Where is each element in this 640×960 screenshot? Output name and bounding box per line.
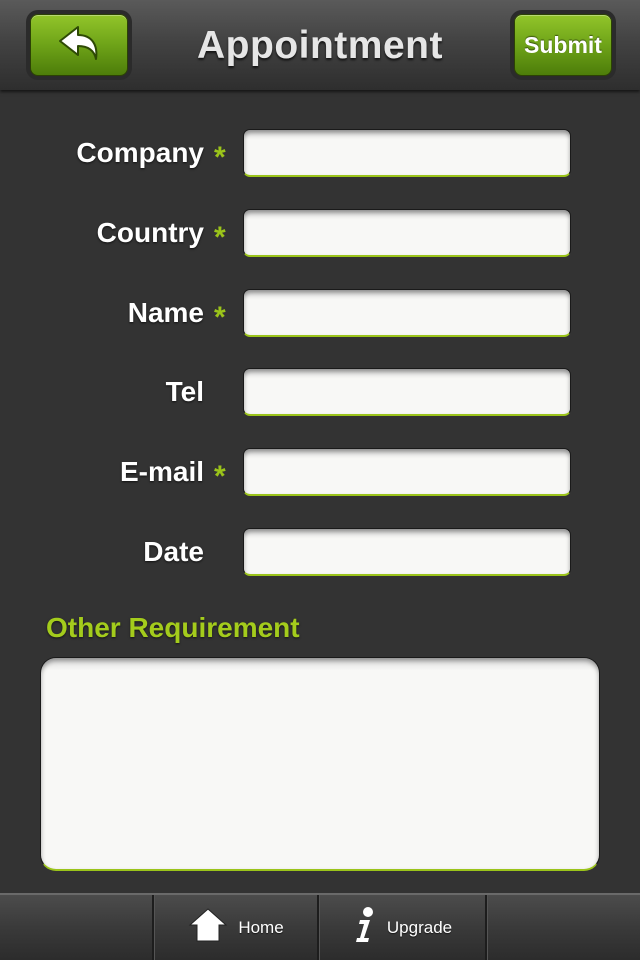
info-icon	[353, 906, 387, 949]
tab-home-label: Home	[238, 917, 284, 937]
submit-button[interactable]: Submit	[514, 14, 612, 76]
required-marker: *	[214, 301, 226, 334]
other-requirement-textarea[interactable]	[40, 657, 600, 871]
form-row-name: Name *	[0, 289, 640, 339]
required-marker: *	[214, 460, 226, 493]
tab-upgrade-label: Upgrade	[386, 917, 453, 937]
tab-divider	[485, 895, 487, 960]
header-bar: Appointment Submit	[0, 0, 640, 90]
form-row-date: Date	[0, 528, 640, 578]
form-row-country: Country *	[0, 209, 640, 259]
required-marker: *	[214, 141, 226, 174]
form-row-tel: Tel	[0, 368, 640, 418]
home-icon	[188, 907, 238, 948]
company-field[interactable]	[243, 129, 571, 177]
date-field[interactable]	[243, 528, 571, 576]
form-row-company: Company *	[0, 129, 640, 179]
bottom-tab-bar: Home Upgrade	[0, 893, 640, 960]
email-field[interactable]	[243, 448, 571, 496]
form-row-email: E-mail *	[0, 448, 640, 498]
name-field[interactable]	[243, 289, 571, 337]
email-label: E-mail	[119, 456, 204, 487]
tel-label: Tel	[165, 376, 204, 407]
name-label: Name	[127, 297, 204, 328]
country-field[interactable]	[243, 209, 571, 257]
tab-divider	[317, 895, 319, 960]
tab-home[interactable]: Home	[155, 895, 317, 960]
company-label: Company	[76, 137, 204, 168]
date-label: Date	[143, 536, 204, 567]
tab-upgrade[interactable]: Upgrade	[320, 895, 485, 960]
tab-divider	[152, 895, 154, 960]
other-requirement-heading: Other Requirement	[46, 612, 300, 643]
country-label: Country	[96, 217, 204, 248]
required-marker: *	[214, 221, 226, 254]
tel-field[interactable]	[243, 368, 571, 416]
